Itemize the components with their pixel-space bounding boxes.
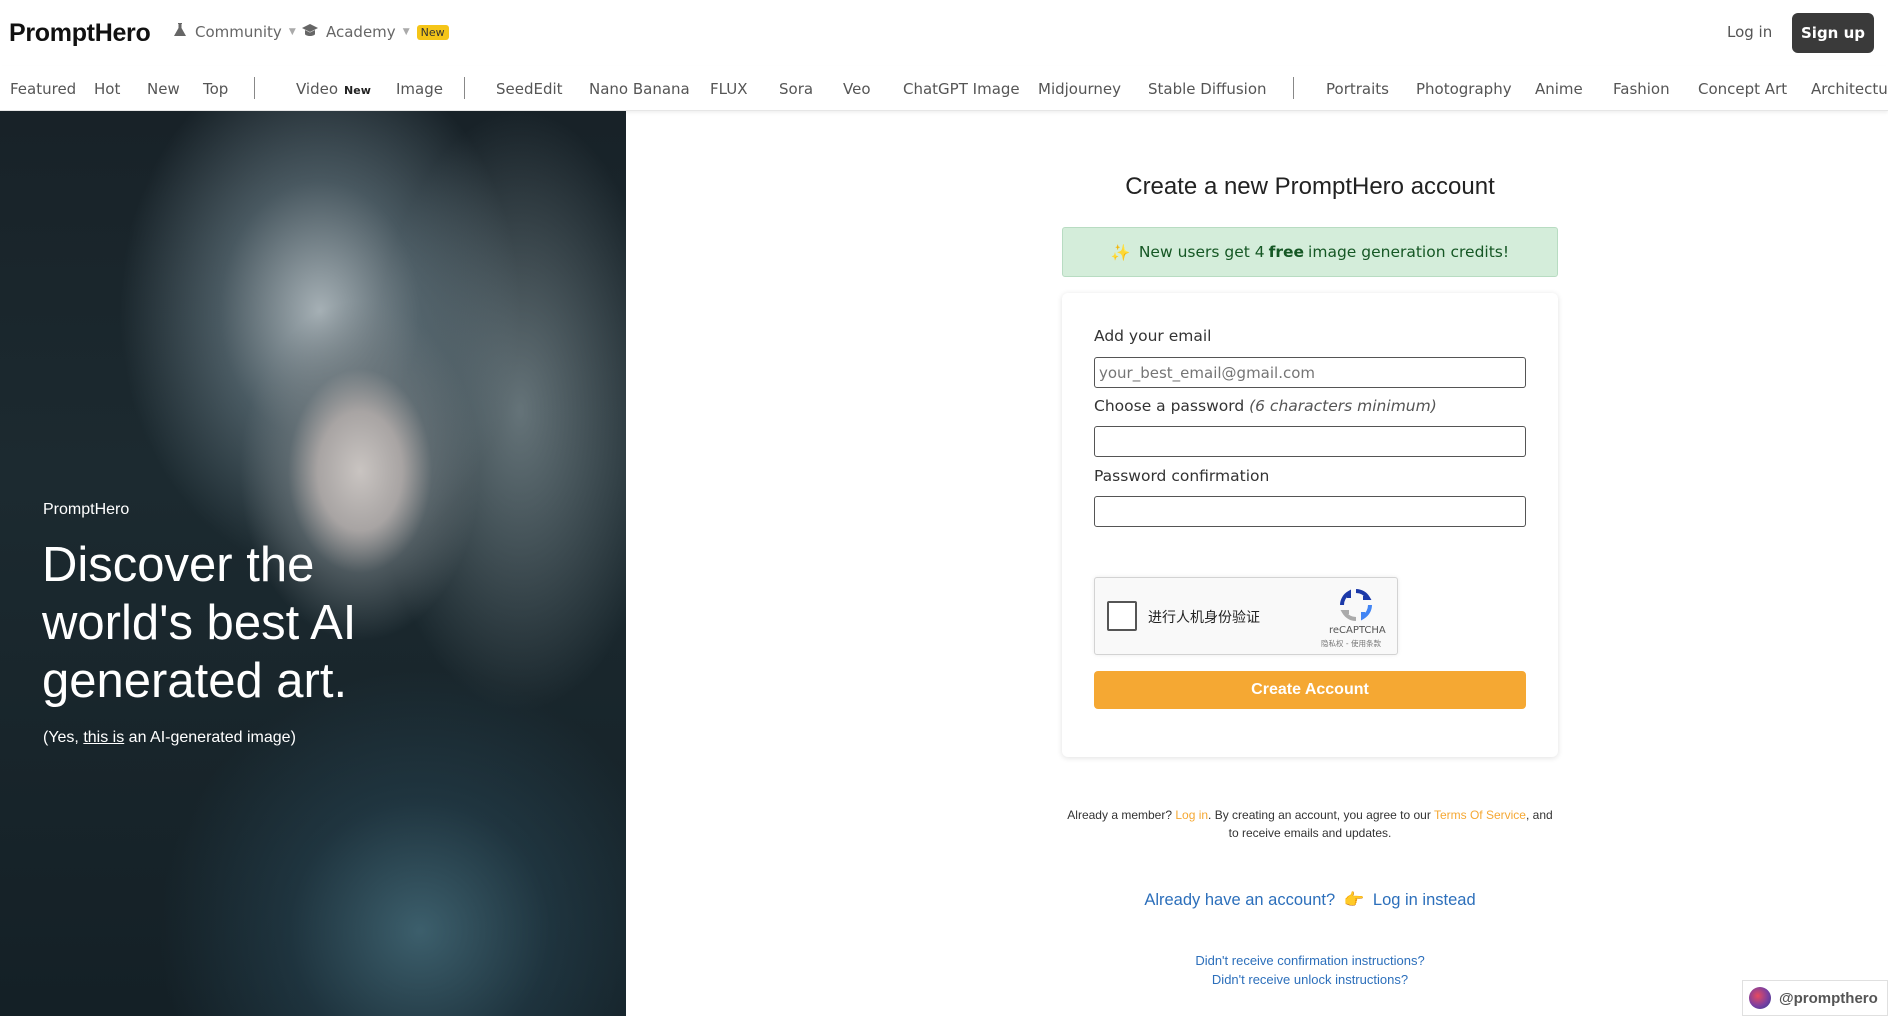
confirmation-instructions-link[interactable]: Didn't receive confirmation instructions…	[1062, 953, 1558, 968]
terms-part-1: Already a member?	[1067, 808, 1176, 822]
email-label: Add your email	[1094, 327, 1212, 345]
tab-anime[interactable]: Anime	[1535, 80, 1583, 98]
terms-of-service-link[interactable]: Terms Of Service	[1434, 808, 1526, 822]
tab-sora[interactable]: Sora	[779, 80, 813, 98]
password-hint: (6 characters minimum)	[1249, 397, 1437, 415]
community-menu[interactable]: Community ▼	[172, 22, 296, 42]
tab-concept-art[interactable]: Concept Art	[1698, 80, 1787, 98]
tab-flux[interactable]: FLUX	[710, 80, 748, 98]
password-field[interactable]	[1094, 426, 1526, 457]
academy-label: Academy	[326, 23, 396, 41]
login-link[interactable]: Log in	[1727, 23, 1772, 41]
page-title: Create a new PromptHero account	[1125, 173, 1495, 200]
academy-menu[interactable]: Academy ▼ New	[301, 22, 449, 42]
tab-image[interactable]: Image	[396, 80, 443, 98]
tab-video-label: Video	[296, 80, 339, 98]
password-label-text: Choose a password	[1094, 397, 1250, 415]
flask-icon	[172, 22, 188, 42]
pointing-hand-icon: 👉	[1343, 891, 1365, 909]
promo-suffix: image generation credits!	[1308, 243, 1510, 261]
social-badge[interactable]: @prompthero	[1742, 980, 1888, 1016]
login-instead-row: Already have an account? 👉 Log in instea…	[1062, 891, 1558, 910]
graduation-cap-icon	[301, 22, 319, 42]
login-instead-link[interactable]: Log in instead	[1373, 891, 1476, 909]
terms-text: Already a member? Log in. By creating an…	[1062, 806, 1558, 842]
recaptcha-icon	[1339, 588, 1373, 622]
community-label: Community	[195, 23, 282, 41]
tab-seededit[interactable]: SeedEdit	[496, 80, 563, 98]
tab-new[interactable]: New	[147, 80, 180, 98]
tab-veo[interactable]: Veo	[843, 80, 871, 98]
signup-form: Add your email Choose a password (6 char…	[1062, 293, 1558, 757]
hero-sub-prefix: (Yes,	[43, 729, 84, 746]
nav-divider	[1293, 77, 1294, 99]
nav-divider	[464, 77, 465, 99]
tab-stable-diffusion[interactable]: Stable Diffusion	[1148, 80, 1267, 98]
create-account-button[interactable]: Create Account	[1094, 671, 1526, 709]
tab-nano-banana[interactable]: Nano Banana	[589, 80, 690, 98]
avatar	[1749, 987, 1771, 1009]
category-nav: Featured Hot New Top Video New Image Seed…	[0, 66, 1888, 111]
tab-featured[interactable]: Featured	[10, 80, 76, 98]
hero-image: PromptHero Discover the world's best AI …	[0, 111, 626, 1016]
tab-chatgpt-image[interactable]: ChatGPT Image	[903, 80, 1020, 98]
email-field[interactable]	[1094, 357, 1526, 388]
promo-bold: free	[1268, 243, 1305, 261]
tab-hot[interactable]: Hot	[94, 80, 120, 98]
sparkles-icon: ✨	[1110, 242, 1131, 262]
password-confirmation-field[interactable]	[1094, 496, 1526, 527]
tab-top[interactable]: Top	[203, 80, 228, 98]
signup-button[interactable]: Sign up	[1792, 13, 1874, 53]
hero-sub-link[interactable]: this is	[83, 729, 124, 746]
chevron-down-icon: ▼	[402, 27, 410, 37]
password-label: Choose a password (6 characters minimum)	[1094, 397, 1437, 415]
hero-subtitle: (Yes, this is an AI-generated image)	[43, 729, 296, 747]
social-handle: @prompthero	[1779, 989, 1878, 1007]
recaptcha-label: 进行人机身份验证	[1148, 610, 1260, 626]
nav-divider	[254, 77, 255, 99]
have-account-link[interactable]: Already have an account?	[1144, 891, 1335, 909]
hero-title: Discover the world's best AI generated a…	[42, 538, 357, 708]
password-confirmation-label: Password confirmation	[1094, 467, 1270, 485]
terms-part-2: . By creating an account, you agree to o…	[1208, 808, 1434, 822]
tab-video[interactable]: Video New	[296, 80, 371, 98]
new-badge: New	[344, 84, 371, 97]
recaptcha-checkbox[interactable]	[1107, 601, 1137, 631]
promo-prefix: New users get 4	[1138, 243, 1265, 261]
tab-fashion[interactable]: Fashion	[1613, 80, 1670, 98]
tab-midjourney[interactable]: Midjourney	[1038, 80, 1121, 98]
unlock-instructions-link[interactable]: Didn't receive unlock instructions?	[1062, 972, 1558, 987]
terms-login-link[interactable]: Log in	[1175, 808, 1208, 822]
tab-portraits[interactable]: Portraits	[1326, 80, 1389, 98]
hero-brand: PromptHero	[43, 501, 130, 518]
recaptcha-widget: 进行人机身份验证 reCAPTCHA 隐私权 - 使用条款	[1094, 577, 1398, 655]
brand-logo[interactable]: PromptHero	[9, 19, 151, 48]
top-navbar: PromptHero Community ▼ Academy ▼ New Log…	[0, 0, 1888, 66]
chevron-down-icon: ▼	[288, 27, 296, 37]
tab-photography[interactable]: Photography	[1416, 80, 1512, 98]
new-badge: New	[416, 24, 449, 40]
tab-architecture[interactable]: Architectu	[1811, 80, 1888, 98]
hero-sub-suffix: an AI-generated image)	[124, 729, 296, 746]
recaptcha-links[interactable]: 隐私权 - 使用条款	[1321, 638, 1381, 649]
promo-alert: ✨ New users get 4 free image generation …	[1062, 227, 1558, 277]
recaptcha-brand: reCAPTCHA	[1329, 625, 1386, 636]
